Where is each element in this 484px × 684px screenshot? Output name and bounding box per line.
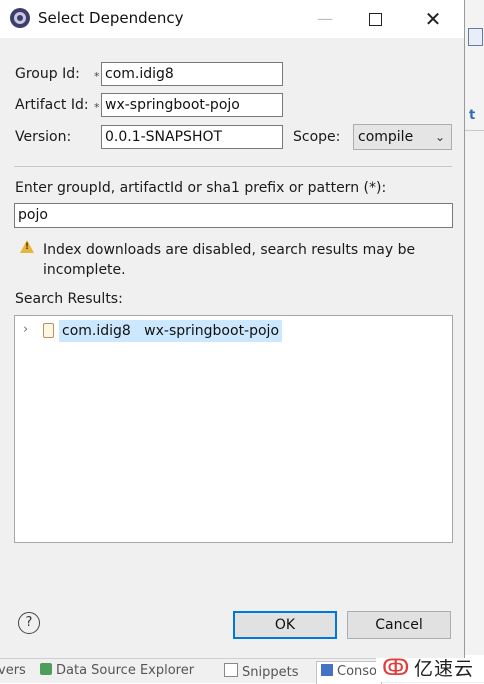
group-id-required-mark: * bbox=[94, 70, 100, 83]
snippets-icon bbox=[224, 663, 238, 677]
tab-console[interactable]: Conso bbox=[316, 661, 382, 684]
dialog-title: Select Dependency bbox=[38, 9, 184, 27]
ok-button[interactable]: OK bbox=[233, 611, 337, 639]
minimize-button[interactable]: — bbox=[302, 0, 348, 38]
background-ide-panel: t bbox=[464, 0, 484, 682]
search-input[interactable]: pojo bbox=[14, 203, 453, 228]
tab-snippets[interactable]: Snippets bbox=[224, 663, 298, 680]
watermark-logo: ↂ 亿速云 bbox=[376, 655, 484, 682]
warning-icon: ! bbox=[20, 240, 34, 253]
select-dependency-dialog: Select Dependency — ✕ Group Id: * com.id… bbox=[0, 0, 465, 658]
scope-select[interactable]: compile ⌄ bbox=[353, 124, 452, 150]
help-icon[interactable]: ? bbox=[18, 612, 40, 634]
group-id-label: Group Id: bbox=[15, 66, 80, 82]
search-label: Enter groupId, artifactId or sha1 prefix… bbox=[15, 180, 387, 196]
eclipse-icon bbox=[10, 8, 30, 28]
title-bar[interactable]: Select Dependency — ✕ bbox=[0, 0, 464, 38]
background-side-letter: t bbox=[469, 108, 476, 123]
maximize-icon bbox=[368, 13, 382, 26]
jar-icon bbox=[43, 323, 54, 338]
cancel-button[interactable]: Cancel bbox=[347, 611, 451, 639]
version-field[interactable]: 0.0.1-SNAPSHOT bbox=[101, 125, 283, 149]
logo-text: 亿速云 bbox=[414, 658, 475, 680]
scope-label: Scope: bbox=[293, 129, 341, 145]
artifact-id-label: Artifact Id: bbox=[15, 97, 89, 113]
chevron-down-icon: ⌄ bbox=[434, 130, 445, 144]
search-results-label: Search Results: bbox=[15, 291, 123, 307]
console-icon bbox=[321, 664, 333, 676]
search-results-tree[interactable]: › com.idig8 wx-springboot-pojo bbox=[14, 315, 453, 543]
tab-data-source-explorer[interactable]: Data Source Explorer bbox=[40, 663, 194, 678]
version-label: Version: bbox=[15, 129, 72, 145]
result-label[interactable]: com.idig8 wx-springboot-pojo bbox=[59, 320, 283, 342]
scope-value: compile bbox=[358, 129, 414, 145]
database-icon bbox=[40, 663, 52, 675]
expand-icon[interactable]: › bbox=[23, 322, 28, 337]
maximize-button[interactable] bbox=[352, 0, 398, 38]
file-icon bbox=[468, 28, 483, 46]
artifact-id-required-mark: * bbox=[94, 101, 100, 114]
divider bbox=[465, 130, 484, 131]
group-id-field[interactable]: com.idig8 bbox=[101, 62, 283, 86]
close-button[interactable]: ✕ bbox=[410, 0, 456, 38]
logo-mark-icon: ↂ bbox=[382, 656, 410, 681]
artifact-id-field[interactable]: wx-springboot-pojo bbox=[101, 93, 283, 117]
tab-servers[interactable]: vers bbox=[0, 663, 26, 678]
divider bbox=[14, 166, 452, 167]
warning-message: Index downloads are disabled, search res… bbox=[43, 242, 416, 278]
